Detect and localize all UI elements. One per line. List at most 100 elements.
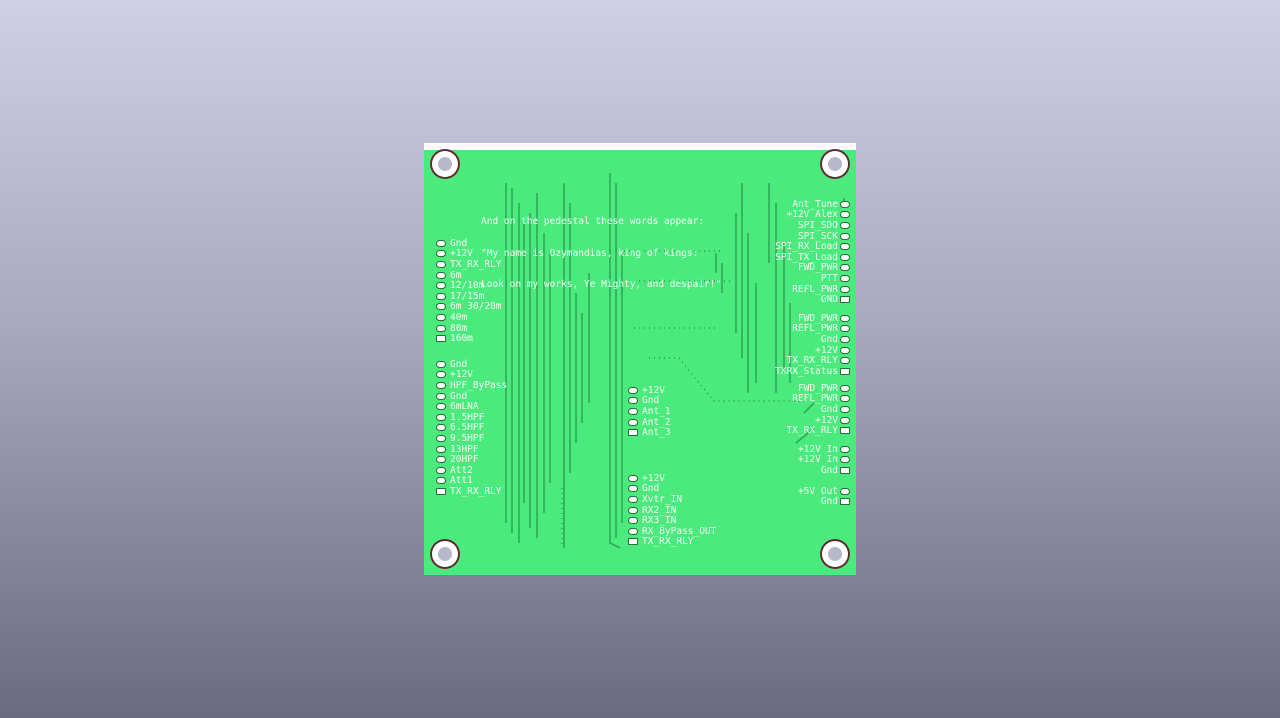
pin-label: +12V	[642, 384, 665, 396]
mounting-hole-bottom-right	[820, 539, 850, 569]
solder-pad	[840, 211, 850, 219]
pin-label: Att1	[450, 475, 473, 487]
solder-pad	[436, 403, 446, 411]
pin-label: Gnd	[450, 390, 468, 402]
header-pa-status: FWD_PWR REFL_PWR Gnd +12V TX_RX_RLY TXRX_Stat…	[775, 313, 850, 377]
solder-pad	[628, 538, 638, 546]
solder-pad	[840, 285, 850, 293]
header-pin: +12V Alex	[775, 209, 850, 220]
pin-label: 1.5HPF	[450, 411, 485, 423]
solder-pad	[628, 429, 638, 437]
pin-label: 9.5HPF	[450, 432, 485, 444]
pin-label: PTT	[820, 272, 838, 284]
solder-pad	[628, 474, 638, 482]
solder-pad	[436, 424, 446, 432]
pin-label: 40m	[450, 311, 468, 323]
pin-label: REFL_PWR	[792, 393, 838, 405]
header-pin: HPF_ByPass	[436, 380, 507, 391]
solder-pad	[436, 487, 446, 495]
solder-pad	[628, 527, 638, 535]
solder-pad	[840, 264, 850, 272]
header-pin: FWD_PWR	[787, 383, 850, 394]
header-pin: GND	[775, 294, 850, 305]
pin-label: Ant_1	[642, 405, 671, 417]
pin-label: TX_RX_RLY	[642, 536, 694, 548]
header-pin: Ant_3	[628, 427, 671, 438]
solder-pad	[840, 456, 850, 464]
solder-pad	[840, 314, 850, 322]
solder-pad	[436, 466, 446, 474]
header-pin: SPI_TX_Load	[775, 252, 850, 263]
solder-pad	[436, 445, 446, 453]
header-pin: +12V	[436, 248, 501, 259]
pin-label: Gnd	[820, 403, 838, 415]
solder-pad	[840, 367, 850, 375]
header-pin: TX_RX_RLY	[787, 425, 850, 436]
pin-label: +5V Out	[797, 485, 838, 497]
header-pin: +12V	[628, 385, 671, 396]
pin-label: Gnd	[820, 333, 838, 345]
pin-label: Ant_2	[642, 416, 671, 428]
header-pin: +12V	[628, 473, 716, 484]
header-hpf-attenuator: Gnd +12V HPF_ByPass Gnd 6mLNA 1.5HPF 6.5HPF 9.5…	[436, 359, 507, 497]
header-antenna-select: +12V Gnd Ant_1 Ant_2 Ant_3	[628, 385, 671, 438]
header-pin: SPI_SDO	[775, 220, 850, 231]
solder-pad	[840, 384, 850, 392]
pin-label: TX_RX_RLY	[786, 355, 838, 367]
header-pin: 80m	[436, 323, 501, 334]
header-pin: FWD_PWR	[775, 262, 850, 274]
solder-pad	[840, 325, 850, 333]
header-pin: Att1	[436, 475, 507, 487]
header-pin: FWD_PWR	[775, 313, 850, 324]
pin-label: 80m	[450, 322, 468, 334]
solder-pad	[436, 371, 446, 379]
solder-pad	[436, 282, 446, 290]
solder-pad	[840, 498, 850, 506]
pin-label: TX_RX_RLY	[450, 485, 502, 497]
header-pin: +12V In	[797, 454, 850, 466]
solder-pad	[840, 466, 850, 474]
pin-label: FWD_PWR	[797, 312, 838, 324]
pin-label: TX_RX_RLY	[450, 258, 502, 270]
pin-label: RX3_IN	[642, 515, 677, 527]
solder-pad	[436, 250, 446, 258]
header-pin: SPI_RX_Load	[775, 241, 850, 252]
pin-label: +12V In	[797, 454, 838, 466]
solder-pad	[840, 296, 850, 304]
header-pin: +12V	[436, 369, 507, 380]
header-pin: REFL_PWR	[775, 323, 850, 334]
solder-pad	[628, 397, 638, 405]
3d-viewer-canvas[interactable]: And on the pedestal these words appear: …	[0, 0, 1280, 718]
pin-label: Ant_3	[642, 427, 671, 439]
mounting-hole-top-right	[820, 149, 850, 179]
header-alex-control: Ant_Tune +12V Alex SPI_SDO SPI_SCK SPI_RX_Lo…	[775, 199, 850, 305]
solder-pad	[436, 413, 446, 421]
pin-label: Gnd	[450, 237, 468, 249]
header-pin: 160m	[436, 333, 501, 344]
pin-label: TXRX_Status	[775, 365, 838, 377]
header-pin: +12V In	[798, 444, 850, 455]
pedestal-line: And on the pedestal these words appear:	[481, 216, 705, 227]
header-pin: 1.5HPF	[436, 412, 507, 423]
solder-pad	[840, 232, 850, 240]
pedestal-line: "My name is Ozymandias, king of kings:	[481, 247, 699, 259]
pin-label: SPI_SCK	[797, 230, 838, 242]
pin-label: GND	[820, 294, 838, 306]
pedestal-silkscreen-text: And on the pedestal these words appear: …	[481, 196, 721, 312]
pin-label: FWD_PWR	[797, 262, 838, 274]
pin-label: Gnd	[450, 358, 468, 370]
pin-label: Gnd	[820, 464, 838, 476]
pin-label: Gnd	[642, 395, 660, 407]
header-pin: Gnd	[628, 395, 671, 407]
mounting-hole-top-left	[430, 149, 460, 179]
solder-pad	[436, 392, 446, 400]
header-pin: SPI_SCK	[775, 231, 850, 242]
pcb-board[interactable]: And on the pedestal these words appear: …	[424, 143, 856, 575]
pin-label: 6m 30/20m	[450, 301, 502, 313]
header-pin: Gnd	[436, 238, 501, 249]
solder-pad	[840, 335, 850, 343]
pin-label: Gnd	[820, 496, 838, 508]
pin-label: SPI_SDO	[797, 219, 838, 231]
header-pin: PTT	[775, 273, 850, 284]
pin-label: HPF_ByPass	[450, 379, 508, 391]
